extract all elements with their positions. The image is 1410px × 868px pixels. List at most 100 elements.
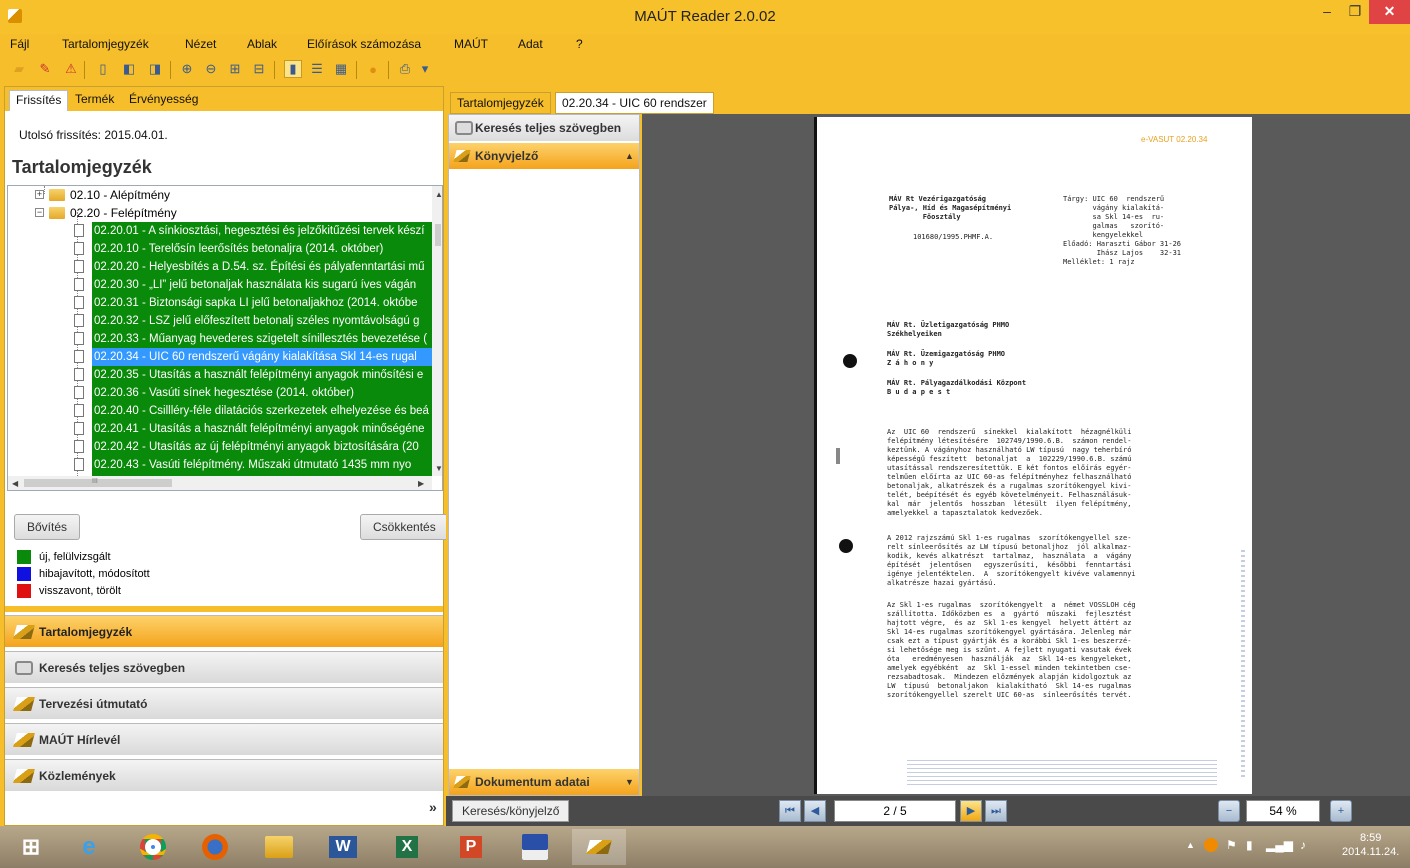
warning-icon[interactable]: ⚠ [62,60,80,78]
tree-node-label[interactable]: 02.20 - Felépítmény [70,204,177,222]
next-page-icon[interactable]: ▶ [960,800,982,822]
menu-toc[interactable]: Tartalomjegyzék [62,37,149,51]
zoom-out-icon[interactable]: ⊖ [202,60,220,78]
close-button[interactable]: ✕ [1369,0,1410,24]
last-page-icon[interactable]: ⏭ [985,800,1007,822]
toc-item[interactable]: 02.20.10 - Terelősín leerősítés betonalj… [92,240,432,258]
search-bookmark-button[interactable]: Keresés/könyjelző [452,800,570,822]
scroll-thumb[interactable] [24,479,172,487]
tab-document[interactable]: 02.20.34 - UIC 60 rendszer [555,92,714,114]
save-disk-icon[interactable] [508,829,562,865]
page-next-icon[interactable]: ◨ [146,60,164,78]
system-clock[interactable]: 8:59 2014.11.24. [1342,831,1399,859]
tray-app-icon[interactable] [1204,838,1218,852]
menu-window[interactable]: Ablak [247,37,277,51]
network-icon[interactable]: ▂▄▆ [1266,838,1293,852]
nav-more-icon[interactable]: » [429,799,437,815]
tab-product[interactable]: Termék [69,90,120,111]
zoom-out-button[interactable]: − [1218,800,1240,822]
volume-icon[interactable]: ♪ [1300,838,1306,852]
pen-icon[interactable]: ✎ [36,60,54,78]
nav-newsletter[interactable]: MAÚT Hírlevél [5,723,443,755]
toc-item[interactable]: 02.20.43 - Vasúti felépítmény. Műszaki ú… [92,456,432,474]
zoom-in-icon[interactable]: ⊕ [178,60,196,78]
windows-start-icon[interactable]: ⊞ [4,829,58,865]
zoom-level-field[interactable]: 54 % [1246,800,1320,822]
minimize-button[interactable]: – [1313,0,1341,24]
comment-icon[interactable]: ● [364,60,382,78]
toolbar-overflow-icon[interactable]: ▾ [420,60,430,78]
page-number-field[interactable]: 2 / 5 [834,800,956,822]
nav-toc[interactable]: Tartalomjegyzék [5,615,443,647]
collapse-up-icon[interactable]: ▲ [625,143,634,169]
maximize-button[interactable]: ❐ [1341,0,1369,24]
nav-fulltext-search[interactable]: Keresés teljes szövegben [5,651,443,683]
scroll-left-icon[interactable]: ◀ [12,479,18,488]
tree-node-label[interactable]: 02.10 - Alépítmény [70,186,170,204]
toc-item[interactable]: 02.20.30 - „LI” jelű betonaljak használa… [92,276,432,294]
menu-file[interactable]: Fájl [10,37,29,51]
toc-item[interactable]: 02.20.40 - Csillléry-féle dilatációs sze… [92,402,432,420]
zoom-width-icon[interactable]: ⊟ [250,60,268,78]
tree-vertical-scrollbar[interactable]: ▲ ▼ [432,186,442,476]
word-icon[interactable]: W [316,829,370,865]
panel-splitter[interactable] [5,606,443,612]
pane-resize-grip[interactable] [836,448,840,464]
menu-view[interactable]: Nézet [185,37,216,51]
flag-icon[interactable]: ⚑ [1226,838,1237,852]
toc-item[interactable]: 02.20.32 - LSZ jelű előfeszített betonal… [92,312,432,330]
expand-button[interactable]: Bővítés [14,514,81,540]
zoom-fit-icon[interactable]: ⊞ [226,60,244,78]
document-data-header[interactable]: Dokumentum adatai ▼ [449,769,639,795]
tree-horizontal-scrollbar[interactable]: ◀ III ▶ [8,476,432,490]
menu-help[interactable]: ? [576,37,583,51]
toc-item[interactable]: 02.20.33 - Műanyag hevederes szigetelt s… [92,330,432,348]
scroll-right-icon[interactable]: ▶ [418,479,424,488]
toc-item[interactable]: 02.20.41 - Utasítás a használt felépítmé… [92,420,432,438]
open-folder-icon[interactable]: ▰ [10,60,28,78]
toc-item[interactable]: 02.20.01 - A sínkiosztási, hegesztési és… [92,222,432,240]
page-icon[interactable]: ▯ [94,60,112,78]
toc-item[interactable]: 02.20.42 - Utasítás az új felépítményi a… [92,438,432,456]
toc-item[interactable]: 02.20.36 - Vasúti sínek hegesztése (2014… [92,384,432,402]
nav-announcements[interactable]: Közlemények [5,759,443,791]
toc-item[interactable]: 02.20.34 - UIC 60 rendszerű vágány kiala… [92,348,432,366]
print-icon[interactable]: ⎙ [396,60,414,78]
menu-maut[interactable]: MAÚT [454,37,488,51]
menu-data[interactable]: Adat [518,37,543,51]
zoom-in-button[interactable]: + [1330,800,1352,822]
toc-item[interactable]: 02.20.20 - Helyesbítés a D.54. sz. Építé… [92,258,432,276]
continuous-page-icon[interactable]: ☰ [308,60,326,78]
document-viewer[interactable]: e-VASUT 02.20.34 MÁV Rt Vezérigazgatóság… [642,114,1410,796]
battery-icon[interactable]: ▮ [1246,838,1253,852]
scroll-up-icon[interactable]: ▲ [435,190,442,199]
chrome-icon[interactable] [126,829,180,865]
expand-down-icon[interactable]: ▼ [625,769,634,795]
tab-update[interactable]: Frissítés [9,90,69,111]
menu-numbering[interactable]: Előírások számozása [307,37,421,51]
prev-page-icon[interactable]: ◀ [804,800,826,822]
page-prev-icon[interactable]: ◧ [120,60,138,78]
file-explorer-icon[interactable] [252,829,306,865]
single-page-icon[interactable]: ▮ [284,60,302,78]
toc-item[interactable]: 02.20.35 - Utasítás a használt felépítmé… [92,366,432,384]
maut-reader-taskbar-icon[interactable] [572,829,626,865]
tab-toc[interactable]: Tartalomjegyzék [450,92,551,114]
tree-toggle[interactable]: − [35,208,44,217]
excel-icon[interactable]: X [380,829,434,865]
nav-design-guide[interactable]: Tervezési útmutató [5,687,443,719]
powerpoint-icon[interactable]: P [444,829,498,865]
scroll-down-icon[interactable]: ▼ [435,464,442,473]
toc-item[interactable]: 02.20.31 - Biztonsági sapka LI jelű beto… [92,294,432,312]
scroll-thumb[interactable] [435,224,441,246]
tree-toggle[interactable]: + [35,190,44,199]
tray-expand-icon[interactable]: ▲ [1186,840,1195,850]
internet-explorer-icon[interactable]: e [62,829,116,865]
tab-validity[interactable]: Érvényesség [123,90,204,111]
bookmark-search-header[interactable]: Keresés teljes szövegben [449,115,639,141]
bookmark-header[interactable]: Könyvjelző ▲ [449,143,639,169]
collapse-button[interactable]: Csökkentés [360,514,449,540]
two-page-icon[interactable]: ▦ [332,60,350,78]
firefox-icon[interactable] [188,829,242,865]
first-page-icon[interactable]: ⏮ [779,800,801,822]
